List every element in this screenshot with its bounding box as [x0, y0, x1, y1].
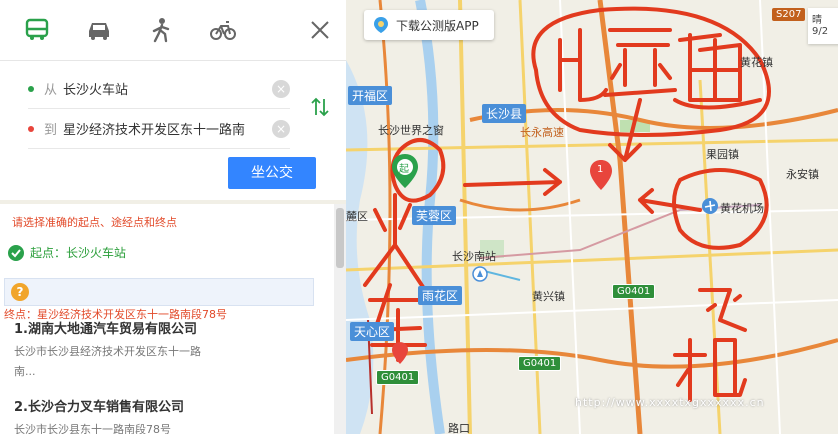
result-pin-number: 1: [597, 164, 604, 175]
map-label-qaoyuan: 果园镇: [706, 148, 739, 161]
walk-icon: [152, 18, 170, 43]
swap-icon[interactable]: [308, 95, 332, 119]
route-input-box: 从 长沙火车站 × 到 星沙经济技术开发区东十一路南 × 坐公交: [0, 60, 346, 200]
road-badge-s207: S207: [772, 8, 806, 21]
travel-mode-tabs: [0, 0, 346, 60]
map-label-lukou: 路口: [448, 422, 470, 434]
car-icon: [89, 23, 109, 40]
result-address-line: 南...: [14, 365, 36, 378]
bus-icon: [25, 18, 49, 40]
download-app-label: 下载公测版APP: [396, 18, 479, 33]
take-bus-button[interactable]: 坐公交: [228, 157, 316, 189]
download-app-bar[interactable]: 下载公测版APP: [364, 10, 494, 40]
map-label-tianxinqu: 天心区: [350, 322, 395, 341]
map-label-huangxingzhen: 黄兴镇: [532, 290, 565, 303]
to-input[interactable]: 星沙经济技术开发区东十一路南: [63, 119, 272, 138]
to-dot-icon: [28, 125, 34, 132]
car-mode-tab[interactable]: [68, 0, 130, 60]
start-point-label: 起点：长沙火车站: [30, 246, 127, 260]
to-field[interactable]: 到 星沙经济技术开发区东十一路南 ×: [28, 109, 290, 149]
map-label-kaifuqu: 开福区: [348, 86, 393, 105]
weather-line-1: 晴: [812, 15, 822, 26]
from-prefix: 从: [44, 83, 58, 98]
weather-line-2: 9/2: [812, 26, 829, 37]
scrollbar-thumb[interactable]: [336, 208, 344, 268]
result-address: 长沙市长沙县东十一路南段78号: [14, 420, 314, 434]
from-input[interactable]: 长沙火车站: [63, 79, 272, 98]
start-point-row[interactable]: 起点：长沙火车站: [8, 244, 126, 261]
list-item[interactable]: 2.长沙合力叉车销售有限公司 长沙市长沙县东十一路南段78号: [14, 396, 314, 434]
map-label-yuhuaqu: 雨花区: [418, 286, 463, 305]
road-badge-g0401: G0401: [518, 356, 562, 371]
end-point-bar[interactable]: ?: [4, 278, 314, 306]
map-label-yonganzhen: 永安镇: [786, 168, 819, 181]
result-address-line: 长沙市长沙县东十一路南段78号: [14, 423, 171, 434]
map-label-furongqu: 芙蓉区: [412, 206, 457, 225]
result-address: 长沙市长沙县经济技术开发区东十一路 南...: [14, 342, 314, 382]
walk-mode-tab[interactable]: [130, 0, 192, 60]
to-prefix: 到: [44, 123, 58, 138]
result-address-line: 长沙市长沙县经济技术开发区东十一路: [14, 345, 201, 358]
map-label-changyonggaosu: 长永高速: [520, 126, 564, 139]
check-circle-icon: [8, 244, 24, 261]
clear-from-icon[interactable]: ×: [272, 79, 290, 98]
map-label-huangjinzhen: 黄花镇: [740, 56, 773, 69]
map-label-huanghuajichang: 黄花机场: [720, 202, 764, 215]
results-list: 请选择准确的起点、途经点和终点 起点：长沙火车站 ? 终点：星沙经济技术开发区东…: [0, 204, 334, 434]
map-label-changshaxian: 长沙县: [482, 104, 527, 123]
bike-icon: [210, 21, 236, 40]
question-icon: ?: [11, 283, 29, 301]
from-field[interactable]: 从 长沙火车站 ×: [28, 69, 290, 109]
result-pin-icon[interactable]: [392, 342, 408, 364]
map-label-changshananzhan: 长沙南站: [452, 250, 496, 263]
list-item[interactable]: 1.湖南大地通汽车贸易有限公司 长沙市长沙县经济技术开发区东十一路 南...: [14, 318, 314, 382]
watermark: http://www.xxxxtxgxxxxxx.cn: [575, 396, 765, 409]
map-app-icon: [374, 17, 388, 33]
result-title[interactable]: 2.长沙合力叉车销售有限公司: [14, 396, 314, 415]
bus-mode-tab[interactable]: [6, 0, 68, 60]
train-station-icon: [472, 266, 488, 282]
close-icon[interactable]: [308, 18, 332, 42]
from-dot-icon: [28, 85, 34, 92]
road-badge-g0401: G0401: [612, 284, 656, 299]
weather-widget[interactable]: 晴 9/2: [808, 8, 838, 44]
start-marker-label: 起: [399, 164, 409, 175]
map-label-shijiezhichuang: 长沙世界之窗: [378, 124, 444, 137]
route-panel: 从 长沙火车站 × 到 星沙经济技术开发区东十一路南 × 坐公交 请选择准确的起…: [0, 0, 346, 434]
results-scrollbar[interactable]: [334, 204, 346, 434]
road-badge-g0401: G0401: [376, 370, 420, 385]
clear-to-icon[interactable]: ×: [272, 119, 290, 138]
map-label-lumaqu: 麓区: [346, 210, 368, 223]
bike-mode-tab[interactable]: [192, 0, 254, 60]
airport-icon: [702, 198, 718, 214]
select-hint: 请选择准确的起点、途经点和终点: [12, 216, 177, 229]
result-title[interactable]: 1.湖南大地通汽车贸易有限公司: [14, 318, 314, 337]
